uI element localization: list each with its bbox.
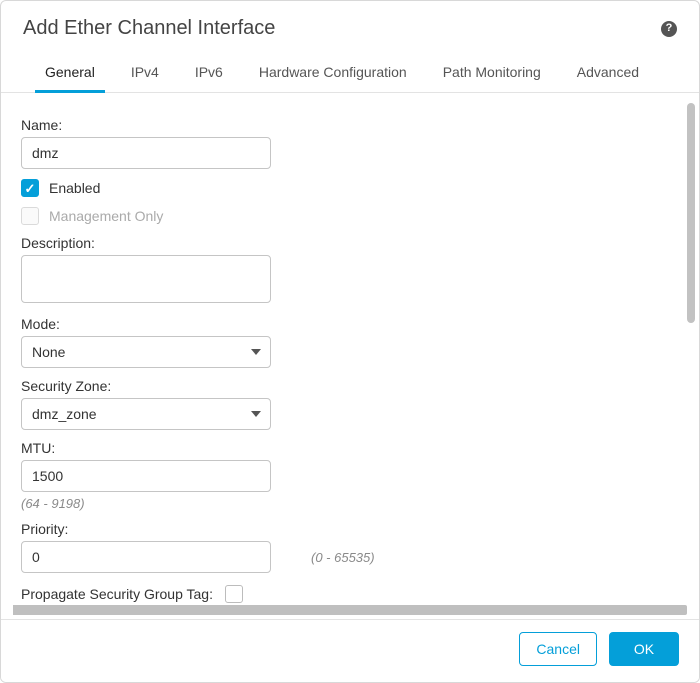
tab-bar: General IPv4 IPv6 Hardware Configuration… [1,46,699,93]
cancel-button[interactable]: Cancel [519,632,597,666]
dialog-footer: Cancel OK [1,619,699,682]
enabled-label: Enabled [49,180,100,196]
vertical-scrollbar[interactable] [687,103,695,605]
horizontal-scrollbar[interactable] [13,605,687,615]
tab-advanced[interactable]: Advanced [559,54,657,92]
management-only-checkbox [21,207,39,225]
enabled-checkbox[interactable] [21,179,39,197]
help-icon[interactable]: ? [661,21,677,37]
name-label: Name: [21,117,663,133]
tab-path-monitoring[interactable]: Path Monitoring [425,54,559,92]
mtu-label: MTU: [21,440,663,456]
tab-hardware-configuration[interactable]: Hardware Configuration [241,54,425,92]
tab-ipv6[interactable]: IPv6 [177,54,241,92]
security-zone-select[interactable] [21,398,271,430]
mtu-input[interactable] [21,460,271,492]
dialog-header: Add Ether Channel Interface ? [1,1,699,46]
dialog-title: Add Ether Channel Interface [23,17,275,40]
form-body: Name: Enabled Management Only Descriptio… [1,93,699,605]
name-input[interactable] [21,137,271,169]
management-only-label: Management Only [49,208,163,224]
description-label: Description: [21,235,663,251]
propagate-checkbox[interactable] [225,585,243,603]
ok-button[interactable]: OK [609,632,679,666]
security-zone-label: Security Zone: [21,378,663,394]
tab-general[interactable]: General [27,54,113,92]
mode-select[interactable] [21,336,271,368]
mode-value[interactable] [21,336,271,368]
propagate-label: Propagate Security Group Tag: [21,586,213,602]
priority-label: Priority: [21,521,663,537]
security-zone-value[interactable] [21,398,271,430]
dialog-add-ether-channel: Add Ether Channel Interface ? General IP… [0,0,700,683]
mtu-hint: (64 - 9198) [21,496,663,511]
priority-input[interactable] [21,541,271,573]
mode-label: Mode: [21,316,663,332]
tab-ipv4[interactable]: IPv4 [113,54,177,92]
priority-hint: (0 - 65535) [311,550,375,565]
description-input[interactable] [21,255,271,303]
